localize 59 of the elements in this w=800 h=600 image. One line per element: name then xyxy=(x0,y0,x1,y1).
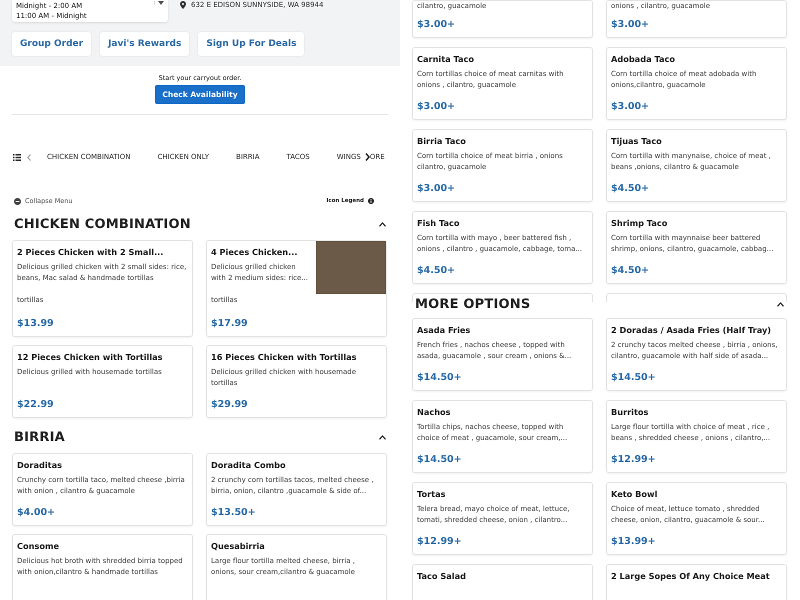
chevron-right-icon[interactable] xyxy=(364,153,370,161)
header-link-button[interactable]: Javi's Rewards xyxy=(100,32,190,56)
section-heading: MORE OPTIONS xyxy=(415,297,530,312)
item-price: $12.99+ xyxy=(611,453,657,466)
item-name: Consome xyxy=(17,541,60,552)
item-price: $4.50+ xyxy=(417,264,456,277)
item-name: Quesabirria xyxy=(211,541,266,552)
item-price: $14.50+ xyxy=(611,371,657,384)
chevron-up-icon[interactable] xyxy=(379,222,386,227)
item-name: 2 Large Sopes Of Any Choice Meat xyxy=(611,571,771,582)
item-name: Taco Salad xyxy=(417,571,467,582)
menu-item-card[interactable]: Taco Salad xyxy=(412,564,593,600)
item-name: Doradita Combo xyxy=(211,460,287,471)
item-price: $3.00+ xyxy=(417,18,456,31)
section-heading: BIRRIA xyxy=(14,430,65,445)
item-price: $4.50+ xyxy=(611,182,650,195)
info-icon[interactable] xyxy=(368,198,374,204)
section-heading: CHICKEN COMBINATION xyxy=(14,217,191,232)
item-price: $4.50+ xyxy=(611,264,650,277)
chevron-up-icon[interactable] xyxy=(379,435,386,440)
item-price: $3.00+ xyxy=(417,182,456,195)
item-name: Fish Taco xyxy=(417,218,460,229)
item-name: Asada Fries xyxy=(417,325,472,336)
item-name: Nachos xyxy=(417,407,452,418)
item-price: $14.50+ xyxy=(417,371,463,384)
caret-icon xyxy=(154,1,164,5)
header-link-button[interactable]: Group Order xyxy=(12,32,92,56)
item-price: $13.99+ xyxy=(611,535,657,548)
item-name: Carnita Taco xyxy=(417,54,476,65)
collapse-icon[interactable] xyxy=(14,198,21,204)
item-price: $17.99 xyxy=(211,317,249,330)
item-price: $3.00+ xyxy=(611,100,650,113)
chevron-up-icon[interactable] xyxy=(777,302,784,307)
item-name: Tortas xyxy=(417,489,446,500)
item-name: 2 Pieces Chicken with 2 Small... xyxy=(17,247,164,258)
item-name: 2 Doradas / Asada Fries (Half Tray) xyxy=(611,325,772,336)
item-price: $3.00+ xyxy=(611,18,650,31)
item-name: 12 Pieces Chicken with Tortillas xyxy=(17,352,164,363)
menu-item-card[interactable]: 2 Large Sopes Of Any Choice Meat xyxy=(606,564,787,600)
item-name: Keto Bowl xyxy=(611,489,658,500)
item-price: $22.99 xyxy=(17,398,55,411)
item-name: Tijuas Taco xyxy=(611,136,663,147)
item-price: $13.99 xyxy=(17,317,55,330)
item-name: Birria Taco xyxy=(417,136,467,147)
item-price: $13.50+ xyxy=(211,506,257,519)
item-price: $12.99+ xyxy=(417,535,463,548)
item-name: Shrimp Taco xyxy=(611,218,668,229)
item-name: 16 Pieces Chicken with Tortillas xyxy=(211,352,358,363)
item-price: $4.00+ xyxy=(17,506,56,519)
item-name: Doraditas xyxy=(17,460,63,471)
item-price: $14.50+ xyxy=(417,453,463,466)
list-icon[interactable] xyxy=(13,154,21,160)
chevron-left-icon[interactable] xyxy=(27,154,31,160)
header-link-button[interactable]: Sign Up For Deals xyxy=(198,32,304,56)
item-name: Adobada Taco xyxy=(611,54,676,65)
item-price: $29.99 xyxy=(211,398,249,411)
item-price: $3.00+ xyxy=(417,100,456,113)
item-name: 4 Pieces Chicken... xyxy=(211,247,298,258)
item-name: Burritos xyxy=(611,407,650,418)
